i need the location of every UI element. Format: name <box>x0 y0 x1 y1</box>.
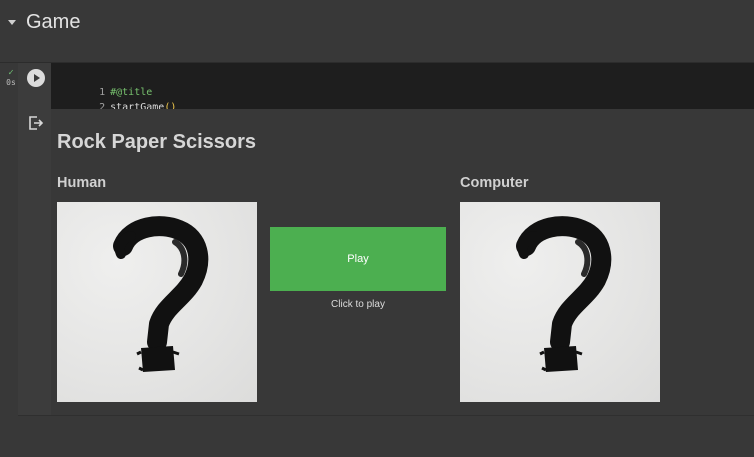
game-title: Rock Paper Scissors <box>57 131 256 153</box>
cell-output: Rock Paper Scissors Human Play Click to … <box>51 109 754 415</box>
code-line: 1 #@title <box>51 70 152 98</box>
code-line: 2 startGame() <box>51 85 176 113</box>
question-mark-icon <box>516 216 612 372</box>
play-button[interactable]: Play <box>270 227 446 291</box>
question-mark-icon <box>113 216 209 372</box>
human-label: Human <box>57 175 107 191</box>
cell-gutter <box>18 63 51 415</box>
checkmark-icon: ✓ <box>8 68 14 78</box>
section-header[interactable]: Game <box>0 0 754 48</box>
computer-label: Computer <box>460 175 529 191</box>
cell-status: ✓ 0s <box>4 68 18 88</box>
divider <box>18 415 754 416</box>
execution-time: 0s <box>6 78 16 87</box>
collapse-caret-icon[interactable] <box>8 20 16 25</box>
computer-choice-image <box>460 202 660 402</box>
human-choice-image <box>57 202 257 402</box>
code-editor[interactable]: 1 #@title 2 startGame() <box>51 63 754 113</box>
play-icon <box>34 74 40 82</box>
output-menu-icon[interactable] <box>27 115 45 131</box>
play-hint: Click to play <box>331 299 385 310</box>
run-cell-button[interactable] <box>27 69 45 87</box>
section-title: Game <box>26 11 81 33</box>
code-cell[interactable]: ✓ 0s 1 #@title 2 startGame() Rock Paper Sc… <box>0 63 754 415</box>
